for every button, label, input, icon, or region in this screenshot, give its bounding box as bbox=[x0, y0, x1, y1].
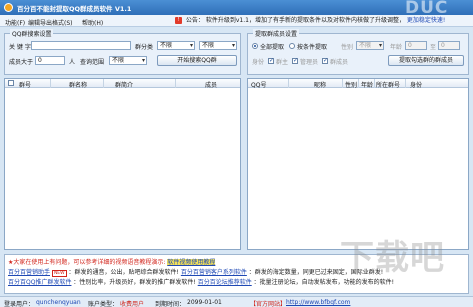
video-tutorial-link[interactable]: 软件视频使用教程 bbox=[167, 259, 216, 266]
col-gender[interactable]: 性别 bbox=[345, 80, 357, 89]
notice-link[interactable]: 更加稳定快速! bbox=[407, 17, 445, 24]
promo-line-1: 百分百营销助手 NEW ：群发的通音，公出，贴吧综合群发软件! 百分百营销客户系… bbox=[8, 267, 384, 277]
check-admin[interactable] bbox=[292, 57, 298, 64]
expire-label: 到期时间： bbox=[155, 301, 186, 307]
help-line: ★大家在使用上有问题，可以参考详细的视频语音教程演示: 软件视频使用教程 bbox=[8, 257, 216, 266]
extract-members-panel: 提取群成员设置 全部提取 按条件提取 性别 不限 年龄 0 至 0 身份 群主 … bbox=[247, 29, 469, 75]
col-qq-number[interactable]: QQ号 bbox=[251, 80, 266, 89]
member-table[interactable]: QQ号 昵称 性别 年龄 所在群号 身份 bbox=[247, 78, 469, 250]
promo-desc-1: ：群发的通音，公出，贴吧综合群发软件! bbox=[68, 269, 179, 276]
age-to-label: 至 bbox=[430, 44, 437, 51]
radio-extract-condition[interactable] bbox=[289, 43, 295, 49]
identity-label: 身份 bbox=[252, 59, 265, 66]
category-label: 群分类 bbox=[135, 44, 154, 51]
window-title: 百分百不能封提取QQ群成员软件 V1.1 bbox=[17, 5, 132, 13]
qq-group-search-panel: QQ群搜索设置 关 键 字 群分类 不限 不限 成员大于 0 人 查询范围 不限… bbox=[4, 29, 241, 75]
gender-select[interactable]: 不限 bbox=[356, 41, 384, 50]
col-group-name[interactable]: 群名称 bbox=[69, 80, 87, 89]
col-identity[interactable]: 身份 bbox=[410, 80, 422, 89]
members-label: 成员大于 bbox=[9, 59, 34, 66]
promo-link-customer-series[interactable]: 百分百营销客户系列软件 bbox=[181, 269, 247, 276]
col-group-number[interactable]: 群号 bbox=[19, 80, 31, 89]
notice-text: 软件升级到v1.1，增加了有手新的提取条件以及对软件内核做了升级调整， bbox=[205, 17, 405, 24]
promo-desc-3: ：性别比率，升级员好，群发的推广群发软件! bbox=[73, 279, 196, 286]
age-to-input[interactable]: 0 bbox=[438, 41, 460, 50]
col-members[interactable]: 成员 bbox=[205, 80, 217, 89]
check-admin-label: 管理员 bbox=[300, 59, 319, 66]
notice-prefix: 公告： bbox=[185, 17, 204, 24]
col-group-id[interactable]: 所在群号 bbox=[376, 80, 400, 89]
promo-link-forum[interactable]: 百分百论坛推荐软件 bbox=[198, 279, 252, 286]
qq-group-table-header: 群号 群名称 群简介 成员 bbox=[5, 79, 240, 89]
official-site-link[interactable]: http://www.bfbqf.com bbox=[286, 299, 350, 306]
new-badge: NEW bbox=[51, 270, 67, 277]
members-input[interactable]: 0 bbox=[35, 56, 65, 65]
promo-link-qq-promotion[interactable]: 百分百QQ推广群发软件 bbox=[8, 279, 71, 286]
account-type-value: 收费用户 bbox=[120, 301, 145, 307]
menu-export-format[interactable]: 编辑导出格式(S) bbox=[28, 18, 73, 27]
qq-group-table[interactable]: 群号 群名称 群简介 成员 bbox=[4, 78, 241, 250]
radio-extract-condition-label: 按条件提取 bbox=[297, 44, 328, 51]
check-owner[interactable] bbox=[268, 57, 274, 64]
radio-extract-all[interactable] bbox=[252, 43, 258, 49]
menu-function[interactable]: 功能(F) bbox=[5, 18, 25, 27]
promo-line-2: 百分百QQ推广群发软件 ：性别比率，升级员好，群发的推广群发软件! 百分百论坛推… bbox=[8, 277, 394, 286]
extract-group-legend: 提取群成员设置 bbox=[253, 29, 300, 38]
help-text: 大家在使用上有问题，可以参考详细的视频语音教程演示: bbox=[13, 259, 166, 266]
check-owner-label: 群主 bbox=[276, 59, 289, 66]
start-search-button[interactable]: 开始搜索QQ群 bbox=[157, 55, 237, 66]
menu-help[interactable]: 帮助(H) bbox=[82, 18, 103, 27]
members-unit: 人 bbox=[69, 59, 76, 66]
check-member-label: 群成员 bbox=[330, 59, 349, 66]
notice-bar: ! 公告： 软件升级到v1.1，增加了有手新的提取条件以及对软件内核做了升级调整… bbox=[175, 15, 445, 27]
col-group-intro[interactable]: 群简介 bbox=[115, 80, 133, 89]
col-age[interactable]: 年龄 bbox=[361, 80, 373, 89]
extract-checked-button[interactable]: 提取勾选群的群成员 bbox=[388, 55, 464, 66]
promo-desc-4: ：批量注册论坛，自动发帖发布，功能的发布的软件! bbox=[253, 279, 395, 286]
category-select-2[interactable]: 不限 bbox=[199, 41, 237, 50]
age-label: 年龄 bbox=[390, 44, 403, 51]
user-label: 登录用户： bbox=[4, 301, 35, 307]
official-site-label: 【官方网站】 bbox=[250, 301, 287, 307]
select-all-checkbox[interactable] bbox=[8, 80, 14, 86]
title-bar: 百分百不能封提取QQ群成员软件 V1.1 DUC bbox=[0, 0, 473, 18]
app-logo-icon bbox=[4, 3, 13, 12]
promo-panel: ★大家在使用上有问题，可以参考详细的视频语音教程演示: 软件视频使用教程 百分百… bbox=[4, 254, 469, 294]
radio-extract-all-label: 全部提取 bbox=[260, 44, 285, 51]
col-nickname[interactable]: 昵称 bbox=[314, 80, 326, 89]
expire-value: 2099-01-01 bbox=[187, 299, 222, 306]
keyword-label: 关 键 字 bbox=[9, 44, 31, 51]
account-type-label: 账户类型： bbox=[88, 301, 119, 307]
region-label: 查询范围 bbox=[80, 59, 105, 66]
promo-link-marketing-assistant[interactable]: 百分百营销助手 bbox=[8, 269, 50, 276]
warning-icon: ! bbox=[175, 17, 182, 24]
user-value: qunchenqyuan bbox=[36, 299, 81, 306]
check-member[interactable] bbox=[322, 57, 328, 64]
region-select[interactable]: 不限 bbox=[109, 56, 147, 65]
search-group-legend: QQ群搜索设置 bbox=[10, 29, 54, 38]
category-select-1[interactable]: 不限 bbox=[157, 41, 195, 50]
age-from-input[interactable]: 0 bbox=[405, 41, 427, 50]
status-bar: 登录用户： qunchenqyuan 账户类型： 收费用户 到期时间： 2099… bbox=[0, 296, 473, 307]
promo-desc-2: ：群发的海定数量，同更已过来固定，国际业群发! bbox=[248, 269, 384, 276]
member-table-header: QQ号 昵称 性别 年龄 所在群号 身份 bbox=[248, 79, 468, 89]
gender-label: 性别 bbox=[341, 44, 354, 51]
keyword-input[interactable] bbox=[31, 41, 131, 50]
